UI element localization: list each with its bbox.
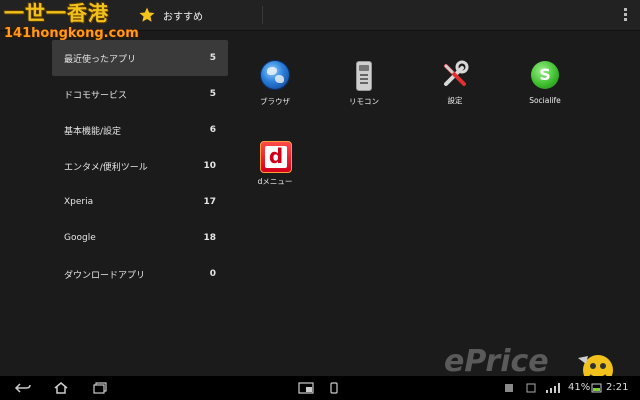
settings-tools-icon [440,60,470,90]
browser-globe-icon [260,61,290,91]
category-item-google[interactable]: Google 18 [52,220,228,256]
app-label: dメニュー [257,177,293,186]
overflow-menu-icon[interactable] [622,8,628,24]
category-count: 18 [203,233,216,243]
category-list: 最近使ったアプリ 5 ドコモサービス 5 基本機能/設定 6 エンタメ/便利ツー… [52,40,228,292]
category-item-docomo[interactable]: ドコモサービス 5 [52,76,228,112]
eprice-watermark: ePrice [444,344,549,379]
app-socialife[interactable]: S Socialife [510,60,580,105]
divider [262,6,263,24]
system-navigation-bar: 41% 2:21 [0,376,640,400]
back-icon[interactable] [14,382,32,394]
category-count: 5 [209,53,216,63]
app-dmenu[interactable]: d dメニュー [240,141,310,187]
page-title[interactable]: おすすめ [163,8,203,23]
battery-icon [591,383,602,393]
app-label: Socialife [529,96,561,105]
category-label: ドコモサービス [64,90,128,101]
category-item-downloads[interactable]: ダウンロードアプリ 0 [52,256,228,292]
category-label: ダウンロードアプリ [64,270,146,281]
action-bar: 一世一香港 141hongkong.com おすすめ [0,0,640,40]
socialife-icon: S [530,61,560,91]
recent-apps-icon[interactable] [93,382,107,394]
dmenu-icon: d [260,141,292,173]
app-remote[interactable]: リモコン [329,60,399,107]
phone-icon[interactable] [330,382,338,394]
category-count: 6 [209,125,216,135]
watermark-url-text: 141hongkong.com [4,26,139,41]
watermark-chinese-text: 一世一香港 [4,1,109,25]
app-label: リモコン [349,97,379,106]
category-label: 最近使ったアプリ [64,54,137,65]
category-label: エンタメ/便利ツール [64,162,148,173]
star-icon[interactable] [138,6,156,24]
category-label: Google [64,233,96,243]
app-label: ブラウザ [260,97,290,106]
battery-percent: 41% [568,382,591,393]
app-settings[interactable]: 設定 [420,60,490,106]
home-icon[interactable] [53,382,69,394]
app-browser[interactable]: ブラウザ [240,60,310,107]
watermark-logo: 一世一香港 141hongkong.com [4,1,139,40]
category-item-entertainment[interactable]: エンタメ/便利ツール 10 [52,148,228,184]
category-item-xperia[interactable]: Xperia 17 [52,184,228,220]
small-app-icon[interactable] [298,382,314,394]
clock: 2:21 [606,382,629,393]
remote-control-icon [349,61,379,91]
category-count: 17 [203,197,216,207]
category-item-basic[interactable]: 基本機能/設定 6 [52,112,228,148]
category-label: 基本機能/設定 [64,126,122,137]
category-count: 0 [209,269,216,279]
notification-icon [505,384,513,392]
app-label: 設定 [447,96,463,105]
signal-icon [546,383,560,393]
category-label: Xperia [64,197,94,207]
category-count: 5 [209,89,216,99]
category-count: 10 [203,161,216,171]
category-item-recent[interactable]: 最近使ったアプリ 5 [52,40,228,76]
image-notification-icon [526,383,536,393]
